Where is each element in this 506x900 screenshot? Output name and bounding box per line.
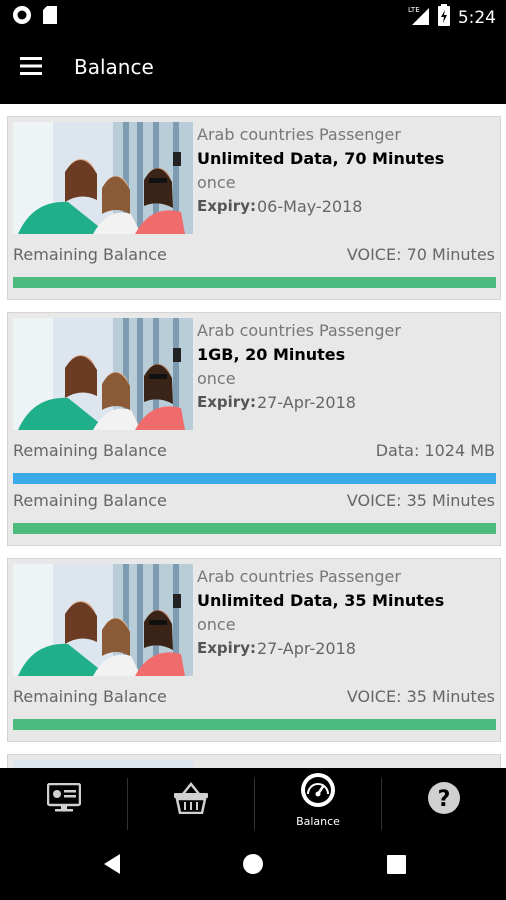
system-navigation-bar [0,832,506,900]
nav-shop[interactable] [128,768,254,832]
package-type: Arab countries Passenger [197,567,401,586]
sd-card-icon [42,5,58,29]
remaining-balance-label: Remaining Balance [13,441,167,460]
expiry-label: Expiry: [197,197,256,215]
nav-dashboard[interactable] [0,768,127,832]
speedometer-icon [300,772,336,812]
package-card[interactable]: Arab countries Passenger Unlimited Data,… [7,116,501,300]
package-image [13,564,193,676]
package-type: Arab countries Passenger [197,321,401,340]
notification-icon [12,5,32,29]
hamburger-menu-icon[interactable] [20,57,42,75]
data-balance-bar [13,473,496,484]
basket-icon [173,781,209,818]
recents-button[interactable] [366,832,426,900]
package-name: Unlimited Data, 70 Minutes [197,149,445,168]
package-image [13,318,193,430]
expiry-date: 06-May-2018 [257,197,363,216]
remaining-balance-label: Remaining Balance [13,245,167,264]
expiry-label: Expiry: [197,393,256,411]
back-button[interactable] [82,832,142,900]
svg-text:?: ? [438,787,451,812]
package-name: Unlimited Data, 35 Minutes [197,591,445,610]
balance-list[interactable]: Arab countries Passenger Unlimited Data,… [0,104,506,768]
package-card[interactable] [7,754,501,768]
dashboard-icon [46,782,81,817]
nav-balance-label: Balance [296,815,340,828]
package-frequency: once [197,615,236,634]
nav-help[interactable]: ? [382,768,506,832]
remaining-balance-label: Remaining Balance [13,491,167,510]
package-frequency: once [197,173,236,192]
help-icon: ? [427,781,461,819]
expiry-date: 27-Apr-2018 [257,639,356,658]
package-card[interactable]: Arab countries Passenger 1GB, 20 Minutes… [7,312,501,546]
clock: 5:24 [457,7,496,28]
voice-balance-bar [13,277,496,288]
remaining-balance-value: VOICE: 35 Minutes [346,491,495,510]
app-bar: Balance [0,30,506,104]
expiry-label: Expiry: [197,639,256,657]
package-image [13,122,193,234]
package-image [13,760,193,768]
recents-square-icon [386,854,406,878]
home-circle-icon [242,853,264,879]
nav-balance[interactable]: Balance [255,768,381,832]
voice-balance-bar [13,523,496,534]
package-frequency: once [197,369,236,388]
remaining-balance-value: VOICE: 70 Minutes [346,245,495,264]
status-bar: LTE 5:24 [0,0,506,30]
package-name: 1GB, 20 Minutes [197,345,346,364]
lte-signal-icon: LTE [408,4,430,31]
remaining-balance-label: Remaining Balance [13,687,167,706]
bottom-navigation: Balance ? [0,768,506,832]
page-title: Balance [74,55,154,79]
remaining-balance-value: VOICE: 35 Minutes [346,687,495,706]
svg-text:LTE: LTE [408,6,420,14]
expiry-date: 27-Apr-2018 [257,393,356,412]
voice-balance-bar [13,719,496,730]
home-button[interactable] [223,832,283,900]
back-triangle-icon [102,853,122,879]
package-card[interactable]: Arab countries Passenger Unlimited Data,… [7,558,501,742]
battery-icon [437,4,450,31]
remaining-balance-value: Data: 1024 MB [375,441,495,460]
package-type: Arab countries Passenger [197,125,401,144]
